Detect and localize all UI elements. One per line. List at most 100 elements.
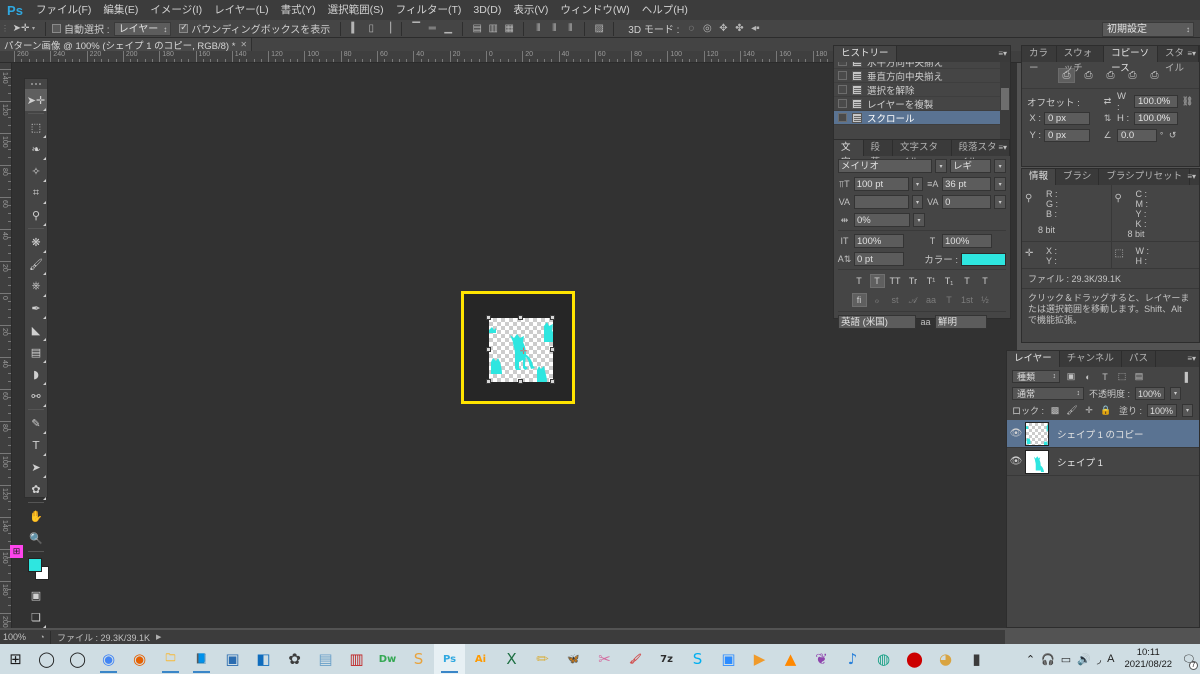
transform-handle-mr[interactable] — [550, 347, 555, 352]
workspace-preset-dropdown[interactable]: 初期設定 — [1102, 22, 1194, 37]
butterfly-icon[interactable]: 🦋 — [558, 644, 589, 674]
hand-tool[interactable]: ✋ — [25, 505, 47, 527]
record-icon[interactable]: ⬤ — [899, 644, 930, 674]
history-item[interactable]: 選択を解除 — [834, 83, 1010, 97]
filter-toggle-icon[interactable]: ▌ — [1182, 371, 1194, 383]
document-canvas[interactable]: ✛ — [486, 315, 555, 384]
contextual-alternates-button[interactable]: ℴ — [870, 293, 885, 307]
excel-icon[interactable]: X — [496, 644, 527, 674]
path-selection-tool[interactable]: ➤ — [25, 456, 47, 478]
history-item[interactable]: レイヤーを複製 — [834, 97, 1010, 111]
custom-shape-tool[interactable]: ✿ — [25, 478, 47, 500]
ordinals-button[interactable]: 1st — [960, 293, 975, 307]
transform-handle-tc[interactable] — [518, 315, 523, 320]
titling-alternates-button[interactable]: T — [942, 293, 957, 307]
sublime-text-icon[interactable]: S — [403, 644, 434, 674]
show-transform-controls-checkbox[interactable] — [179, 22, 189, 33]
taskbar-clock[interactable]: 10:11 2021/08/22 — [1120, 647, 1176, 671]
pot-icon[interactable]: ◕ — [930, 644, 961, 674]
underline-button[interactable]: T — [960, 274, 975, 288]
panel-menu-icon[interactable]: ≡▾ — [1187, 354, 1196, 363]
tool-preset-chevron-icon[interactable]: ▾ — [32, 25, 35, 32]
cortana-icon[interactable]: ◯ — [62, 644, 93, 674]
search-icon[interactable]: ◯ — [31, 644, 62, 674]
paint-icon[interactable]: 🖌 — [620, 644, 651, 674]
3d-slide-icon[interactable]: ✤ — [731, 22, 747, 36]
zoom-tool[interactable]: 🔍 — [25, 527, 47, 549]
layer-row[interactable]: 👁 シェイプ 1 — [1007, 448, 1199, 476]
globe-icon[interactable]: ◍ — [868, 644, 899, 674]
offset-y-input[interactable]: 0 px — [1044, 129, 1090, 142]
layer-filter-type-dropdown[interactable]: 種類 — [1012, 370, 1060, 383]
foreground-color-swatch[interactable] — [28, 558, 42, 572]
zoom-level[interactable]: 100% — [0, 632, 34, 642]
transform-handle-ml[interactable] — [486, 347, 491, 352]
flip-vertical-icon[interactable]: ⇅ — [1101, 112, 1114, 125]
transform-handle-tl[interactable] — [486, 315, 491, 320]
start-button[interactable]: ⊞ — [0, 644, 31, 674]
layer-row-selected[interactable]: 👁 シェイプ 1 のコピー — [1007, 420, 1199, 448]
stylistic-alternates-button[interactable]: aa — [924, 293, 939, 307]
battery-icon[interactable]: ▭ — [1061, 653, 1071, 666]
faux-italic-button[interactable]: T — [869, 274, 885, 288]
volume-icon[interactable]: 🔊 — [1077, 653, 1091, 666]
lock-transparent-pixels-icon[interactable]: ▩ — [1049, 405, 1061, 417]
transform-handle-bl[interactable] — [486, 379, 491, 384]
skype-icon[interactable]: S — [682, 644, 713, 674]
distribute-top-edges-icon[interactable]: ▤ — [469, 22, 485, 36]
auto-select-scope-dropdown[interactable]: レイヤー — [113, 21, 172, 36]
menu-window[interactable]: ウィンドウ(W) — [554, 0, 635, 20]
tab-swatches[interactable]: スウォッチ — [1056, 46, 1105, 74]
history-snapshot-checkbox[interactable] — [838, 62, 847, 66]
type-filter-icon[interactable]: T — [1099, 371, 1111, 383]
layer-name[interactable]: シェイプ 1 — [1057, 455, 1103, 469]
font-size-chevron-icon[interactable]: ▾ — [911, 177, 924, 191]
eyedropper-tool[interactable]: ⚲ — [25, 204, 47, 226]
3d-orbit-icon[interactable]: ◌ — [683, 22, 699, 36]
kerning-chevron-icon[interactable]: ▾ — [911, 195, 924, 209]
leading-chevron-icon[interactable]: ▾ — [994, 177, 1006, 191]
illustrator-icon[interactable]: Ai — [465, 644, 496, 674]
link-icon[interactable]: ⛓ — [1181, 95, 1194, 108]
menu-file[interactable]: ファイル(F) — [30, 0, 97, 20]
font-size-input[interactable]: 100 pt — [853, 177, 909, 191]
transform-handle-br[interactable] — [550, 379, 555, 384]
tab-paragraph[interactable]: 段落 — [863, 140, 893, 168]
superscript-button[interactable]: T¹ — [924, 274, 939, 288]
history-item-selected[interactable]: スクロール — [834, 111, 1010, 125]
fractions-button[interactable]: ½ — [978, 293, 993, 307]
quick-selection-tool[interactable]: ✧ — [25, 160, 47, 182]
smart-object-filter-icon[interactable]: ▤ — [1133, 371, 1145, 383]
standard-ligatures-button[interactable]: fi — [851, 293, 867, 307]
menu-3d[interactable]: 3D(D) — [467, 0, 507, 20]
tools-panel-grip[interactable] — [25, 79, 47, 89]
quick-mask-indicator[interactable]: ⊞ — [10, 545, 23, 558]
lock-all-icon[interactable]: 🔒 — [1100, 405, 1112, 417]
distribute-bottom-edges-icon[interactable]: ▦ — [501, 22, 517, 36]
tab-info[interactable]: 情報 — [1022, 169, 1057, 185]
text-color-swatch[interactable] — [961, 252, 1006, 266]
history-item[interactable]: 垂直方向中央揃え — [834, 69, 1010, 83]
anti-alias-dropdown[interactable]: 鮮明 — [935, 315, 987, 329]
height-input[interactable]: 100.0% — [1134, 112, 1178, 125]
fill-input[interactable]: 100% — [1147, 404, 1178, 417]
distribute-horizontal-centers-icon[interactable]: ⦀ — [546, 22, 562, 36]
auto-align-layers-icon[interactable]: ▨ — [591, 22, 607, 36]
3d-pan-icon[interactable]: ✥ — [715, 22, 731, 36]
photos-icon[interactable]: ▣ — [217, 644, 248, 674]
menu-view[interactable]: 表示(V) — [507, 0, 554, 20]
zoom-icon[interactable]: ▣ — [713, 644, 744, 674]
strikethrough-button[interactable]: T — [978, 274, 993, 288]
horizontal-ruler[interactable]: 260 240 220 200 180 160 140 120 100 80 60 40 20 0 20 40… — [0, 51, 1200, 63]
action-center-icon[interactable]: 🗨 7 — [1182, 653, 1198, 670]
fill-chevron-icon[interactable]: ▾ — [1182, 404, 1194, 417]
leading-input[interactable]: 36 pt — [942, 177, 992, 191]
contacts-icon[interactable]: ▤ — [310, 644, 341, 674]
baseline-shift-input[interactable]: 0 pt — [854, 252, 904, 266]
history-snapshot-checkbox[interactable] — [838, 113, 847, 122]
tracking-chevron-icon[interactable]: ▾ — [994, 195, 1006, 209]
kerning-input[interactable] — [853, 195, 909, 209]
dodge-tool[interactable]: ⚯ — [25, 385, 47, 407]
move-tool[interactable]: ➤✛ — [25, 89, 47, 111]
quick-mask-mode-toggle[interactable]: ▣ — [25, 584, 47, 606]
